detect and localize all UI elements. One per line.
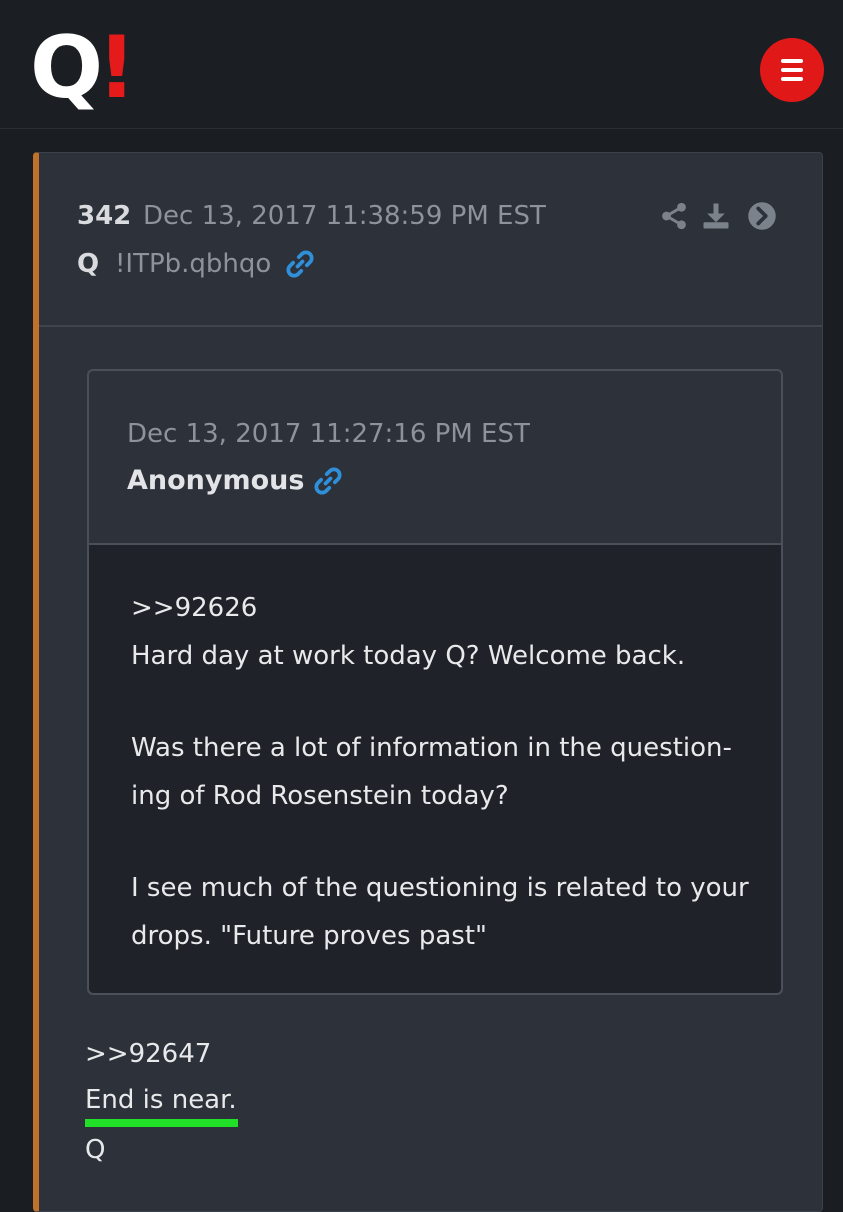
download-icon[interactable] (701, 201, 731, 231)
quote-date: Dec 13, 2017 11:27:16 PM EST (127, 419, 530, 449)
q-logo[interactable]: Q! (30, 25, 136, 111)
quote-body: >>92626 Hard day at work today Q? Welcom… (89, 545, 781, 993)
quote-text-line: drops. "Future proves past" (131, 921, 487, 951)
menu-button[interactable] (760, 38, 824, 102)
reply-reference-link[interactable]: >>92647 (85, 1039, 211, 1069)
post-header: 342 Dec 13, 2017 11:38:59 PM EST Q !ITPb… (39, 153, 822, 327)
arrow-right-circle-icon[interactable] (747, 201, 777, 231)
logo-exclamation: ! (97, 18, 136, 118)
quoted-post: Dec 13, 2017 11:27:16 PM EST Anonymous >… (87, 369, 783, 995)
quote-reference-link[interactable]: >>92626 (131, 593, 257, 623)
share-icon[interactable] (659, 201, 689, 231)
quote-text-line: ing of Rod Rosenstein today? (131, 781, 509, 811)
quote-author: Anonymous (127, 465, 305, 496)
green-underline-highlight (85, 1119, 238, 1127)
link-icon[interactable] (313, 466, 343, 496)
quote-text-line: I see much of the questioning is related… (131, 873, 749, 903)
quote-text-line: Hard day at work today Q? Welcome back. (131, 641, 686, 671)
post-card: 342 Dec 13, 2017 11:38:59 PM EST Q !ITPb… (33, 152, 823, 1212)
post-tripcode: !ITPb.qbhqo (115, 249, 272, 279)
logo-letter: Q (30, 18, 103, 118)
hamburger-icon (781, 59, 803, 63)
link-icon[interactable] (285, 249, 315, 279)
top-bar: Q! (0, 0, 843, 129)
quote-header: Dec 13, 2017 11:27:16 PM EST Anonymous (89, 371, 781, 545)
quote-text-line: Was there a lot of information in the qu… (131, 733, 732, 763)
reply-text-line: End is near. (85, 1085, 237, 1115)
post-number[interactable]: 342 (77, 201, 131, 231)
reply-signature: Q (85, 1135, 106, 1165)
post-date: Dec 13, 2017 11:38:59 PM EST (143, 201, 546, 231)
post-author: Q (77, 249, 100, 279)
